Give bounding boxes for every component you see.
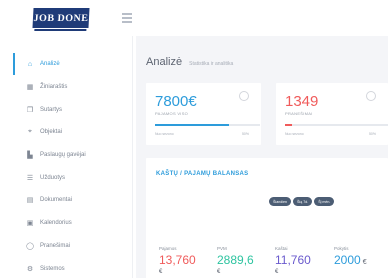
stat-percent: 50%	[241, 132, 249, 136]
metric-label: Pokytis	[334, 246, 349, 251]
stat-label: PRANEŠIMAI	[285, 111, 313, 116]
sidebar-item-label: Kalendorius	[40, 220, 72, 227]
stat-percent: 50%	[368, 132, 376, 136]
sidebar-item-dokumentai[interactable]: ▤ Dokumentai	[13, 189, 132, 212]
stat-footer: Nuo sezono	[285, 132, 304, 136]
app-logo[interactable]: JOB DONE	[32, 8, 90, 28]
document-icon: ❐	[26, 106, 34, 114]
sidebar-item-label: Užduotys	[40, 174, 66, 181]
list-icon: ☰	[26, 174, 34, 182]
metric-currency: €	[275, 269, 279, 275]
tab-week[interactable]: Šią 7d.	[293, 197, 313, 206]
sidebar-item-sistemos[interactable]: ⚙ Sistemos	[13, 257, 132, 278]
file-icon: ▤	[26, 197, 34, 205]
metric-costs: Kaštai 11,760 €	[275, 246, 311, 275]
sidebar-item-label: Sutartys	[40, 106, 63, 113]
stat-footer: Nuo sezono	[155, 132, 174, 136]
metric-value: 13,760	[159, 253, 196, 267]
sidebar-item-label: Pranešimai	[40, 242, 71, 249]
stat-label: PAJAMOS VISO	[155, 111, 189, 116]
sidebar-item-label: Dokumentai	[40, 197, 73, 204]
sidebar-item-label: Objektai	[40, 129, 63, 136]
building-icon: ▙	[27, 152, 33, 160]
metric-value: 2889,6	[217, 253, 254, 267]
location-icon: ⌖	[28, 128, 32, 136]
sidebar-item-kalendorius[interactable]: ▣ Kalendorius	[13, 212, 132, 235]
balance-card: KAŠTŲ / PAJAMŲ BALANSAS Šiandien Šią 7d.…	[146, 158, 388, 278]
page-header: Analizė Statistika ir analitika	[146, 56, 233, 68]
stat-progress-bar	[155, 124, 260, 126]
tab-today[interactable]: Šiandien	[269, 197, 291, 206]
chat-icon: ◯	[26, 242, 34, 250]
metric-change: Pokytis 2000 €	[334, 246, 367, 267]
metric-currency-inline: €	[362, 259, 367, 266]
metric-label: Kaštai	[275, 246, 288, 251]
sidebar-item-label: Analizė	[40, 61, 60, 68]
stat-progress-bar	[285, 124, 388, 126]
main-content: Analizė Statistika ir analitika 7800€ PA…	[136, 36, 388, 278]
metric-label: PVM	[217, 246, 227, 251]
stat-card-income: 7800€ PAJAMOS VISO Nuo sezono 50%	[146, 83, 261, 145]
sidebar-item-uzduotys[interactable]: ☰ Užduotys	[13, 166, 132, 189]
menu-toggle-icon[interactable]	[122, 13, 132, 25]
sidebar-item-label: Žiniaraštis	[40, 84, 68, 91]
sidebar-item-paslaugu-gavejai[interactable]: ▙ Paslaugų gavėjai	[13, 144, 132, 167]
top-bar: JOB DONE	[0, 0, 388, 36]
sidebar-item-pranesimai[interactable]: ◯ Pranešimai	[13, 235, 132, 258]
sidebar: ⌂ Analizė ▦ Žiniaraštis ❐ Sutartys ⌖ Obj…	[13, 36, 133, 278]
gear-icon: ⚙	[26, 265, 34, 273]
balance-title: KAŠTŲ / PAJAMŲ BALANSAS	[156, 171, 249, 177]
home-icon: ⌂	[27, 60, 33, 68]
breadcrumb: Statistika ir analitika	[189, 61, 234, 67]
tab-month[interactable]: Šį mėn.	[314, 197, 335, 206]
chat-icon	[366, 91, 376, 101]
sidebar-item-sutartys[interactable]: ❐ Sutartys	[13, 98, 132, 121]
calendar-icon: ▣	[26, 220, 34, 228]
metric-currency: €	[159, 269, 163, 275]
sidebar-item-objektai[interactable]: ⌖ Objektai	[13, 121, 132, 144]
grid-icon: ▦	[26, 84, 34, 92]
metric-currency: €	[217, 269, 221, 275]
metric-value: 2000 €	[334, 253, 367, 267]
sidebar-item-ziniarastis[interactable]: ▦ Žiniaraštis	[13, 76, 132, 99]
stat-card-notifications: 1349 PRANEŠIMAI Nuo sezono 50%	[276, 83, 388, 145]
metric-label: Pajamos	[159, 246, 177, 251]
stat-value: 7800€	[155, 93, 197, 110]
stat-value: 1349	[285, 93, 319, 110]
period-tabs: Šiandien Šią 7d. Šį mėn.	[269, 197, 335, 206]
clock-icon	[239, 91, 249, 101]
metric-value: 11,760	[275, 253, 311, 267]
sidebar-item-label: Sistemos	[40, 265, 65, 272]
sidebar-item-analize[interactable]: ⌂ Analizė	[13, 53, 132, 76]
metric-value-number: 2000	[334, 253, 361, 267]
metric-vat: PVM 2889,6 €	[217, 246, 254, 275]
sidebar-item-label: Paslaugų gavėjai	[40, 152, 86, 159]
page-title: Analizė	[146, 56, 183, 68]
metric-income: Pajamos 13,760 €	[159, 246, 196, 275]
